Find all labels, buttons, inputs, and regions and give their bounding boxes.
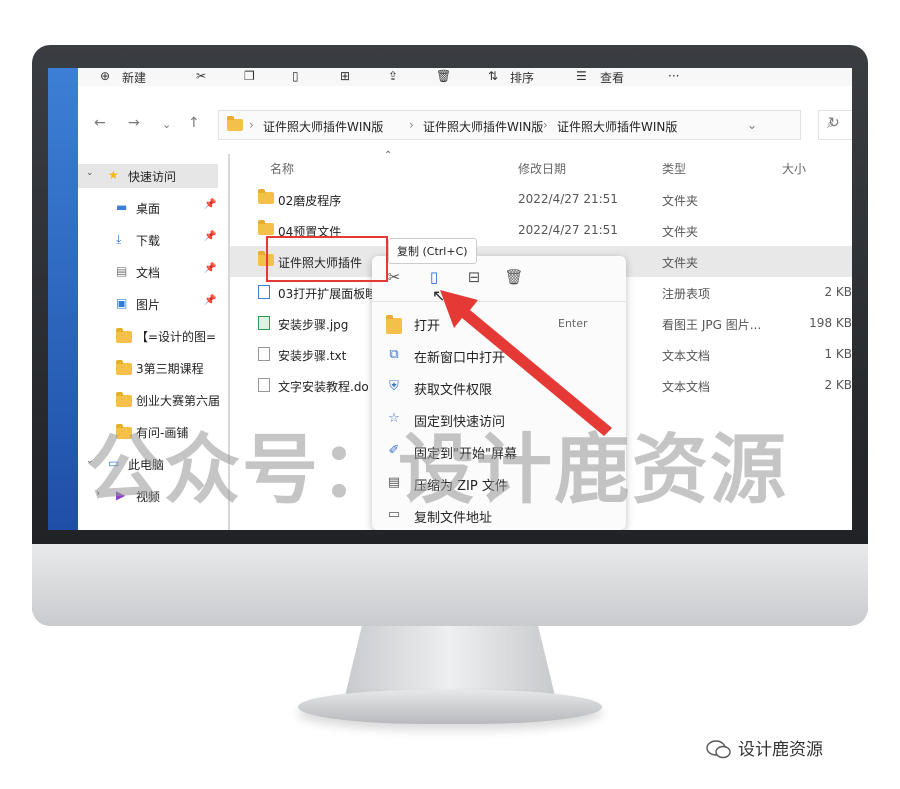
wechat-icon — [706, 740, 732, 760]
credit-label: 设计鹿资源 — [706, 735, 823, 760]
watermark-text: 公众号：设计鹿资源 — [86, 425, 788, 514]
red-arrow — [440, 290, 612, 436]
credit-text: 设计鹿资源 — [738, 740, 823, 760]
